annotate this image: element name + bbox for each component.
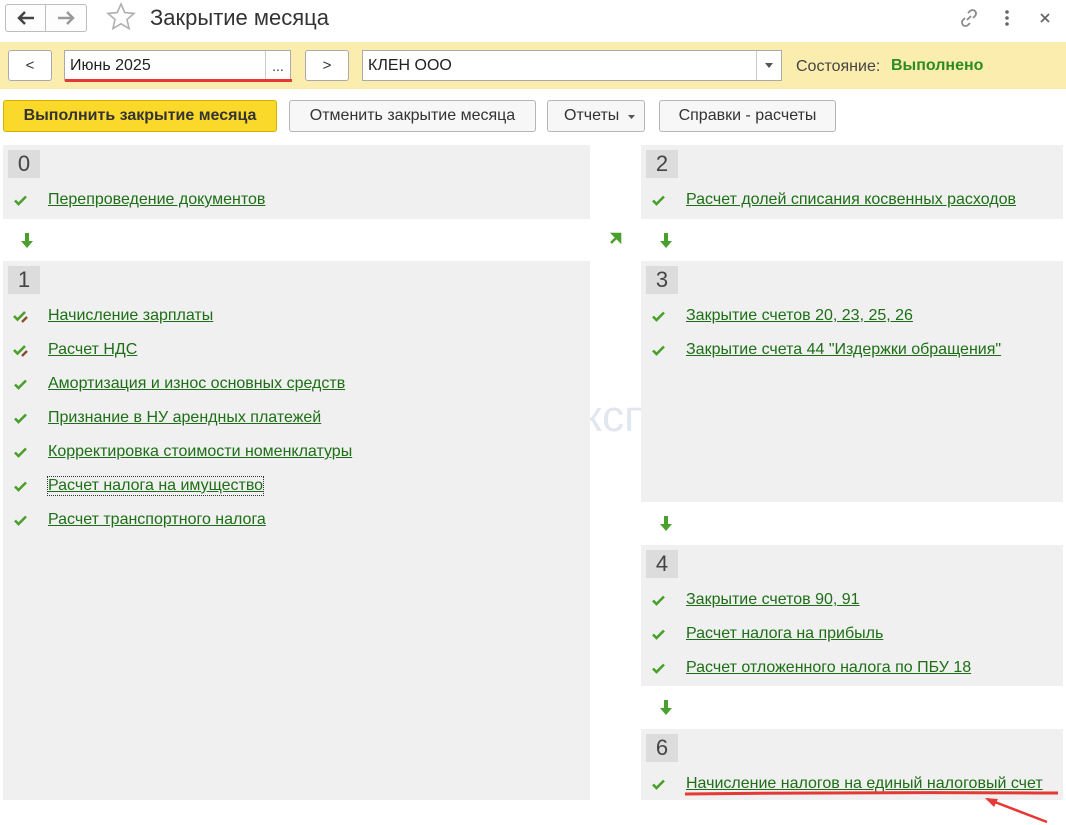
reports-label: Отчеты [564, 107, 620, 124]
check-with-edit-icon [13, 311, 28, 323]
stage-2-panel: 2 Расчет долей списания косвенных расход… [641, 145, 1063, 219]
check-icon [652, 195, 665, 206]
task-link[interactable]: Закрытие счета 44 "Издержки обращения" [686, 341, 1001, 359]
period-toolbar: < Июнь 2025 ... > КЛЕН ООО Состояние: Вы… [0, 42, 1066, 89]
status-label: Состояние: [796, 58, 881, 75]
period-select-button[interactable]: ... [265, 51, 290, 80]
check-icon [14, 195, 27, 206]
check-icon [14, 447, 27, 458]
check-icon [14, 379, 27, 390]
list-item: Расчет транспортного налога [3, 510, 590, 532]
stage-0-panel: 0 Перепроведение документов [3, 145, 590, 219]
period-field-red-underline [65, 79, 292, 82]
stage-3-panel: 3 Закрытие счетов 20, 23, 25, 26 Закрыти… [641, 261, 1063, 502]
task-link[interactable]: Расчет НДС [48, 341, 137, 359]
task-link[interactable]: Расчет отложенного налога по ПБУ 18 [686, 659, 971, 677]
list-item: Начисление зарплаты [3, 306, 590, 328]
task-link[interactable]: Расчет налога на прибыль [686, 625, 883, 643]
arrow-down-icon [660, 516, 672, 531]
organization-field[interactable]: КЛЕН ООО [362, 50, 782, 81]
more-menu-icon[interactable] [995, 6, 1019, 30]
list-item: Расчет налога на прибыль [641, 624, 1063, 646]
favorite-star-icon[interactable] [106, 2, 136, 32]
stage-number: 3 [646, 266, 678, 294]
check-icon [652, 629, 665, 640]
stage-number: 4 [646, 550, 678, 578]
next-period-button[interactable]: > [305, 50, 349, 81]
cancel-month-close-button[interactable]: Отменить закрытие месяца [289, 100, 536, 132]
arrow-down-icon [660, 233, 672, 248]
task-link[interactable]: Расчет транспортного налога [48, 511, 266, 529]
arrow-right-icon [58, 11, 75, 25]
reports-button[interactable]: Отчеты [547, 100, 645, 132]
check-icon [14, 481, 27, 492]
status-value: Выполнено [891, 57, 984, 74]
prev-period-button[interactable]: < [8, 50, 52, 81]
list-item: Закрытие счетов 20, 23, 25, 26 [641, 306, 1063, 328]
check-icon [652, 663, 665, 674]
check-with-edit-icon [13, 345, 28, 357]
organization-value: КЛЕН ООО [368, 57, 452, 74]
stage-4-panel: 4 Закрытие счетов 90, 91 Расчет налога н… [641, 545, 1063, 686]
forward-button[interactable] [46, 4, 87, 32]
arrow-down-icon [660, 700, 672, 715]
task-link[interactable]: Расчет налога на имущество [46, 476, 265, 496]
task-link[interactable]: Перепроведение документов [48, 191, 265, 209]
check-icon [14, 515, 27, 526]
list-item: Расчет налога на имущество [3, 476, 590, 498]
references-button[interactable]: Справки - расчеты [659, 100, 836, 132]
check-icon [652, 311, 665, 322]
organization-dropdown-button[interactable] [756, 51, 781, 80]
check-icon [14, 413, 27, 424]
list-item: Корректировка стоимости номенклатуры [3, 442, 590, 464]
list-item: Закрытие счетов 90, 91 [641, 590, 1063, 612]
task-link[interactable]: Закрытие счетов 90, 91 [686, 591, 860, 609]
check-icon [652, 779, 665, 790]
stage-1-panel: 1 Начисление зарплаты Расчет НДС Амортиз… [3, 261, 590, 800]
list-item: Амортизация и износ основных средств [3, 374, 590, 396]
arrow-down-icon [21, 233, 33, 248]
run-month-close-button[interactable]: Выполнить закрытие месяца [3, 100, 277, 132]
annotation-underline-arrow [684, 791, 1059, 824]
period-value: Июнь 2025 [70, 57, 151, 74]
arrow-left-icon [16, 11, 34, 25]
stage-number: 2 [646, 150, 678, 178]
title-bar: Закрытие месяца [0, 0, 1066, 38]
task-link[interactable]: Закрытие счетов 20, 23, 25, 26 [686, 307, 913, 325]
stage-number: 6 [646, 734, 678, 762]
list-item: Перепроведение документов [3, 190, 590, 212]
task-link[interactable]: Амортизация и износ основных средств [48, 375, 345, 393]
chevron-down-icon [765, 63, 773, 68]
task-link[interactable]: Корректировка стоимости номенклатуры [48, 443, 352, 461]
page-title: Закрытие месяца [150, 5, 330, 30]
task-link[interactable]: Начисление зарплаты [48, 307, 213, 325]
close-icon[interactable] [1033, 6, 1057, 30]
check-icon [652, 345, 665, 356]
chevron-down-icon [628, 115, 635, 119]
check-icon [652, 595, 665, 606]
stage-number: 1 [8, 266, 40, 294]
task-link[interactable]: Признание в НУ арендных платежей [48, 409, 321, 427]
period-field[interactable]: Июнь 2025 ... [64, 50, 292, 82]
stage-number: 0 [8, 150, 40, 178]
list-item: Расчет отложенного налога по ПБУ 18 [641, 658, 1063, 680]
arrow-up-right-icon [609, 232, 622, 245]
list-item: Закрытие счета 44 "Издержки обращения" [641, 340, 1063, 362]
back-button[interactable] [5, 4, 46, 32]
link-icon[interactable] [957, 6, 981, 30]
list-item: Признание в НУ арендных платежей [3, 408, 590, 430]
list-item: Расчет долей списания косвенных расходов [641, 190, 1063, 212]
task-link[interactable]: Расчет долей списания косвенных расходов [686, 191, 1016, 209]
list-item: Расчет НДС [3, 340, 590, 362]
